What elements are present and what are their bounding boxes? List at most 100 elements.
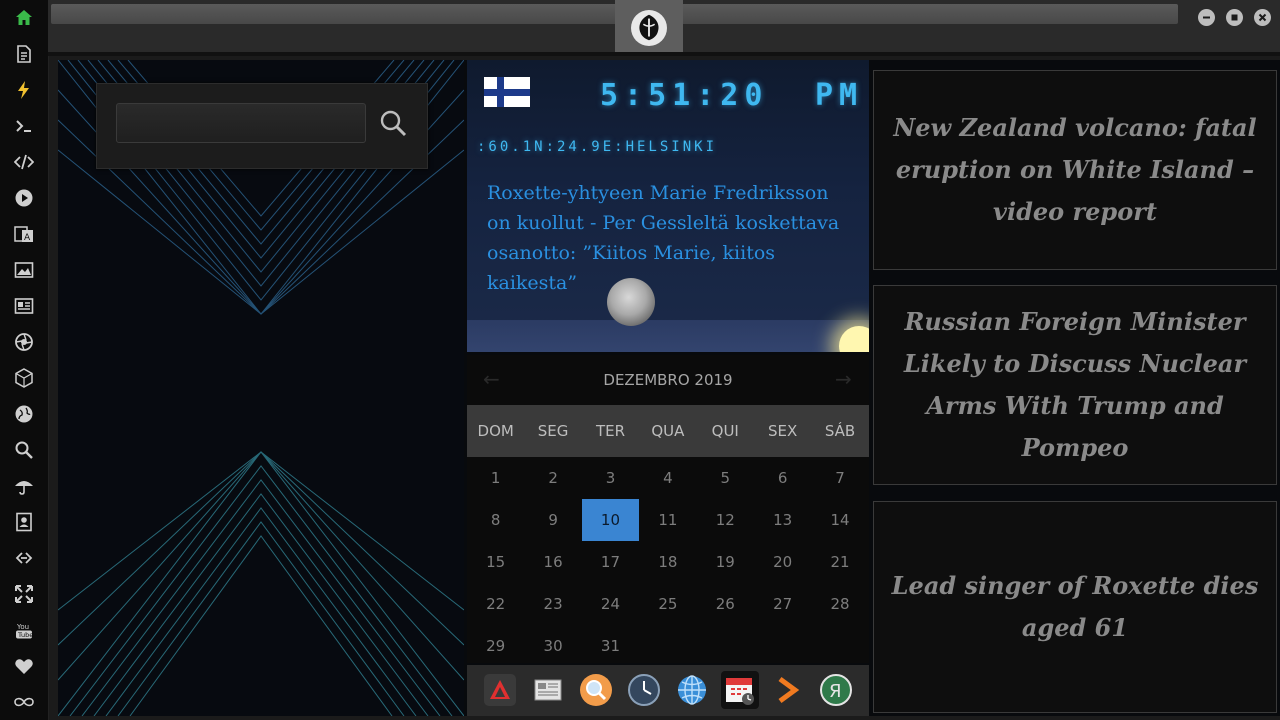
clock-time: 5:51:20: [600, 78, 769, 113]
calendar-day[interactable]: 6: [754, 457, 811, 499]
news-icon[interactable]: [12, 294, 36, 318]
calendar-week-row: 15 16 17 18 19 20 21: [467, 541, 869, 583]
clock-ampm: PM: [815, 78, 864, 113]
calendar-day[interactable]: 30: [524, 625, 581, 667]
calendar-day[interactable]: 2: [524, 457, 581, 499]
search-icon[interactable]: [12, 438, 36, 462]
youtube-icon[interactable]: You Tube: [12, 618, 36, 642]
document-icon[interactable]: [12, 42, 36, 66]
calendar-day: [639, 625, 696, 667]
calendar-week-row: 8 9 10 11 12 13 14: [467, 499, 869, 541]
calendar-day[interactable]: 28: [811, 583, 868, 625]
umbrella-icon[interactable]: [12, 474, 36, 498]
news-headline: Russian Foreign Minister Likely to Discu…: [903, 307, 1247, 462]
weekday-label: QUA: [651, 422, 685, 440]
home-icon[interactable]: [12, 6, 36, 30]
calendar-app-icon[interactable]: [721, 671, 759, 709]
calendar-day[interactable]: 14: [811, 499, 868, 541]
calendar-day[interactable]: 8: [467, 499, 524, 541]
lightning-icon[interactable]: [12, 78, 36, 102]
moon-icon: [607, 278, 655, 326]
svg-text:Я: Я: [829, 681, 842, 702]
search-button[interactable]: [376, 106, 410, 140]
weekday-label: TER: [595, 422, 625, 440]
calendar-day[interactable]: 7: [811, 457, 868, 499]
link-icon[interactable]: [12, 546, 36, 570]
calendar-day[interactable]: 4: [639, 457, 696, 499]
calendar-day[interactable]: 23: [524, 583, 581, 625]
calendar-day[interactable]: 1: [467, 457, 524, 499]
cube-icon[interactable]: [12, 366, 36, 390]
svg-text:You: You: [16, 623, 29, 631]
calendar-day-today[interactable]: 10: [581, 499, 640, 541]
calendar-day[interactable]: 3: [582, 457, 639, 499]
terminal-icon[interactable]: [12, 114, 36, 138]
svg-text:Tube: Tube: [17, 631, 33, 639]
contacts-icon[interactable]: [12, 510, 36, 534]
active-tab[interactable]: [615, 0, 683, 52]
calendar-day[interactable]: 16: [524, 541, 581, 583]
calendar-day[interactable]: 27: [754, 583, 811, 625]
weekday-label: DOM: [477, 422, 514, 440]
newspaper-app-icon[interactable]: [529, 671, 567, 709]
calendar-week-row: 22 23 24 25 26 27 28: [467, 583, 869, 625]
horizon: [467, 320, 869, 352]
calendar-day[interactable]: 29: [467, 625, 524, 667]
weekday-label: QUI: [711, 422, 739, 440]
expand-icon[interactable]: [12, 582, 36, 606]
search-input[interactable]: [116, 103, 366, 143]
calendar-week-row: 29 30 31: [467, 625, 869, 667]
calendar-day[interactable]: 15: [467, 541, 524, 583]
news-card[interactable]: Lead singer of Roxette dies aged 61: [873, 501, 1277, 713]
calendar-day[interactable]: 25: [639, 583, 696, 625]
globe-icon[interactable]: [12, 402, 36, 426]
terminal-arrow-icon[interactable]: [769, 671, 807, 709]
maximize-button[interactable]: [1226, 9, 1243, 26]
heart-icon[interactable]: [12, 654, 36, 678]
calendar-day[interactable]: 11: [639, 499, 696, 541]
news-card[interactable]: New Zealand volcano: fatal eruption on W…: [873, 70, 1277, 270]
clock-app-icon[interactable]: [625, 671, 663, 709]
calendar-day[interactable]: 20: [754, 541, 811, 583]
news-card[interactable]: Russian Foreign Minister Likely to Discu…: [873, 285, 1277, 485]
search-panel: [96, 83, 428, 169]
finland-flag: [484, 77, 530, 107]
weekday-label: SEX: [768, 422, 798, 440]
world-clock-widget: 5:51:20 PM :60.1N:24.9E:HELSINKI Roxette…: [467, 60, 869, 352]
calendar-day[interactable]: 19: [697, 541, 754, 583]
code-icon[interactable]: [12, 150, 36, 174]
aperture-icon[interactable]: [12, 330, 36, 354]
calendar-day[interactable]: 21: [811, 541, 868, 583]
play-icon[interactable]: [12, 186, 36, 210]
calendar-widget: ← DEZEMBRO 2019 → DOM SEG TER QUA QUI SE…: [467, 355, 869, 663]
news-headline: Lead singer of Roxette dies aged 61: [891, 571, 1259, 642]
calendar-weekdays: DOM SEG TER QUA QUI SEX SÁB: [467, 405, 869, 457]
main-area: 5:51:20 PM :60.1N:24.9E:HELSINKI Roxette…: [57, 59, 1280, 717]
magnifier-app-icon[interactable]: [577, 671, 615, 709]
minimize-button[interactable]: [1198, 9, 1215, 26]
infinity-icon[interactable]: [12, 690, 36, 714]
yandex-icon[interactable]: Я: [817, 671, 855, 709]
calendar-day[interactable]: 22: [467, 583, 524, 625]
next-month-button[interactable]: →: [835, 367, 852, 391]
web-browser-icon[interactable]: [673, 671, 711, 709]
translate-icon[interactable]: A: [12, 222, 36, 246]
rebel-alliance-icon: [631, 10, 667, 46]
calendar-month-title: DEZEMBRO 2019: [603, 371, 733, 389]
svg-text:A: A: [24, 233, 31, 243]
calendar-day[interactable]: 13: [754, 499, 811, 541]
calendar-day: [754, 625, 811, 667]
clock-location: :60.1N:24.9E:HELSINKI: [477, 139, 718, 155]
calendar-day[interactable]: 5: [697, 457, 754, 499]
calendar-day[interactable]: 18: [639, 541, 696, 583]
clock-news-headline[interactable]: Roxette-yhtyeen Marie Fredriksson on kuo…: [487, 178, 857, 298]
calendar-day[interactable]: 12: [697, 499, 754, 541]
red-triangle-app-icon[interactable]: [481, 671, 519, 709]
calendar-day[interactable]: 26: [697, 583, 754, 625]
close-button[interactable]: [1254, 9, 1271, 26]
calendar-day[interactable]: 24: [582, 583, 639, 625]
calendar-day[interactable]: 17: [582, 541, 639, 583]
calendar-day[interactable]: 31: [582, 625, 639, 667]
image-icon[interactable]: [12, 258, 36, 282]
calendar-day[interactable]: 9: [524, 499, 581, 541]
